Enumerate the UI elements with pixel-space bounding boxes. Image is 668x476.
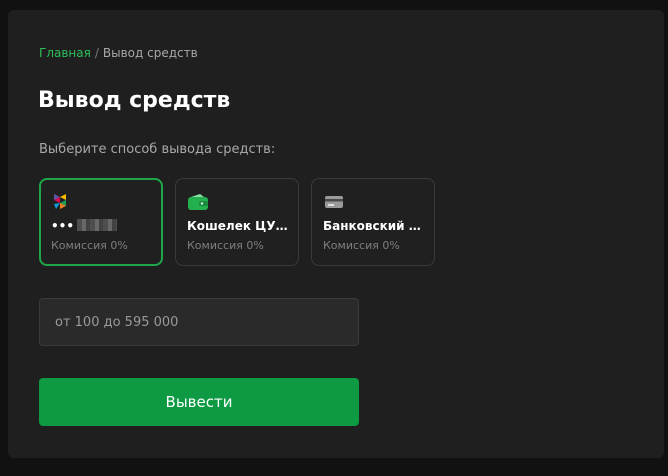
withdrawal-panel: Главная / Вывод средств Вывод средств Выбе… [8, 10, 664, 458]
masked-number [77, 219, 118, 231]
breadcrumb-current: Вывод средств [102, 46, 198, 60]
amount-input[interactable] [39, 298, 359, 346]
breadcrumb-separator: / [94, 46, 99, 60]
wallet-icon [188, 194, 208, 210]
breadcrumb: Главная / Вывод средств [39, 46, 198, 60]
method-name: Банковский перевод [323, 219, 427, 233]
withdraw-button[interactable]: Вывести [39, 378, 359, 426]
method-fee: Комиссия 0% [51, 239, 128, 252]
page-title: Вывод средств [38, 88, 231, 113]
method-fee: Комиссия 0% [187, 239, 264, 252]
method-card-bank[interactable]: Банковский перевод Комиссия 0% [311, 178, 435, 266]
method-card-wallet[interactable]: Кошелек ЦУПИС Комиссия 0% [175, 178, 299, 266]
method-fee: Комиссия 0% [323, 239, 400, 252]
method-name: ••• [51, 219, 155, 233]
breadcrumb-home-link[interactable]: Главная [39, 46, 91, 60]
method-name: Кошелек ЦУПИС [187, 219, 291, 233]
sbp-logo-icon [54, 194, 66, 209]
method-prompt: Выберите способ вывода средств: [39, 142, 276, 157]
method-card-sbp[interactable]: ••• Комиссия 0% [39, 178, 163, 266]
bank-card-icon [325, 196, 343, 208]
